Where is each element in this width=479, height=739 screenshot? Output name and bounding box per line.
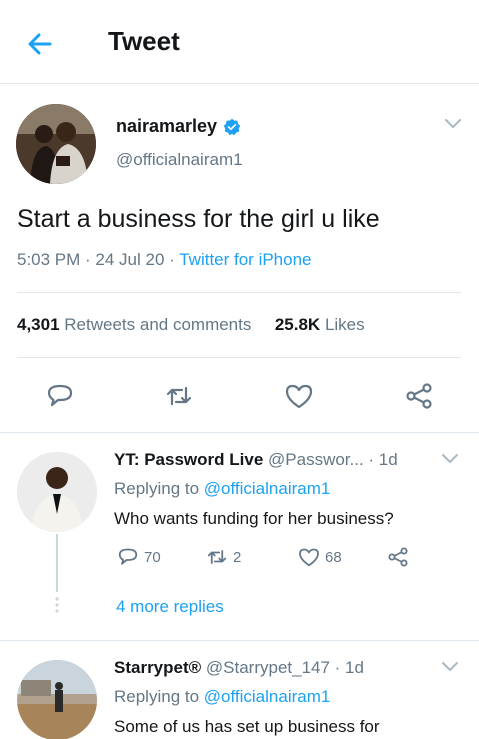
tweet-timestamp: 5:03 PM · 24 Jul 20 · [17, 250, 180, 269]
reply-icon [118, 548, 138, 565]
replying-to-link[interactable]: @officialnairam1 [204, 479, 331, 498]
like-icon[interactable] [283, 380, 315, 412]
page-title: Tweet [108, 26, 180, 56]
avatar[interactable] [17, 660, 97, 739]
divider [0, 432, 479, 433]
share-icon[interactable] [403, 380, 435, 412]
thread-line [56, 534, 58, 592]
reply-author-name[interactable]: Starrypet® [114, 658, 201, 677]
like-icon [299, 548, 319, 567]
app-header: Tweet [0, 0, 479, 84]
reply-header: Starrypet® @Starrypet_147 · 1d [114, 658, 364, 678]
reply-action-share[interactable] [386, 545, 414, 569]
tweet-stats: 4,301 Retweets and comments 25.8K Likes [17, 315, 365, 335]
chevron-down-icon[interactable] [441, 661, 459, 673]
reply-author-handle[interactable]: @Starrypet_147 [206, 658, 330, 677]
avatar[interactable] [16, 104, 96, 184]
tweet-meta: 5:03 PM · 24 Jul 20 · Twitter for iPhone [17, 250, 312, 270]
likes-label[interactable]: Likes [325, 315, 365, 334]
avatar-photo [16, 104, 96, 184]
reply-icon[interactable] [44, 380, 76, 412]
reply-text: Some of us has set up business for [114, 717, 380, 736]
likes-count[interactable]: 25.8K [275, 315, 320, 334]
replying-to-link[interactable]: @officialnairam1 [204, 687, 331, 706]
retweets-label[interactable]: Retweets and comments [64, 315, 251, 334]
reply-age: · 1d [363, 450, 398, 469]
like-count: 68 [325, 548, 342, 566]
replying-to: Replying to @officialnairam1 [114, 687, 330, 707]
author-row: nairamarley [116, 116, 241, 137]
share-icon [388, 547, 408, 567]
replying-label: Replying to [114, 687, 204, 706]
author-name[interactable]: nairamarley [116, 116, 217, 137]
retweet-count: 2 [233, 548, 242, 566]
retweet-icon [207, 550, 227, 564]
divider [17, 292, 461, 293]
retweets-count[interactable]: 4,301 [17, 315, 60, 334]
avatar-photo [17, 660, 97, 739]
verified-badge-icon [223, 118, 241, 135]
reply-action-like[interactable]: 68 [297, 545, 342, 569]
avatar[interactable] [17, 452, 97, 532]
reply-action-reply[interactable]: 70 [116, 545, 161, 569]
reply-author-name[interactable]: YT: Password Live [114, 450, 263, 469]
reply-author-handle[interactable]: @Passwor... [268, 450, 364, 469]
chevron-down-icon[interactable] [444, 118, 462, 130]
replying-to: Replying to @officialnairam1 [114, 479, 330, 499]
tweet-text: Start a business for the girl u like [17, 205, 380, 233]
arrow-left-icon[interactable] [24, 28, 56, 60]
avatar-photo [17, 452, 97, 532]
chevron-down-icon[interactable] [441, 453, 459, 465]
retweet-icon[interactable] [163, 380, 195, 412]
divider [0, 640, 479, 641]
reply-text: Who wants funding for her business? [114, 509, 394, 528]
author-handle[interactable]: @officialnairam1 [116, 150, 243, 170]
reply-action-retweet[interactable]: 2 [205, 545, 241, 569]
replying-label: Replying to [114, 479, 204, 498]
reply-age: · 1d [329, 658, 364, 677]
reply-count: 70 [144, 548, 161, 566]
divider [17, 357, 461, 358]
more-replies-link[interactable]: 4 more replies [116, 597, 224, 617]
reply-header: YT: Password Live @Passwor... · 1d [114, 450, 398, 470]
thread-dots-icon [55, 597, 59, 613]
tweet-source-link[interactable]: Twitter for iPhone [179, 250, 311, 269]
